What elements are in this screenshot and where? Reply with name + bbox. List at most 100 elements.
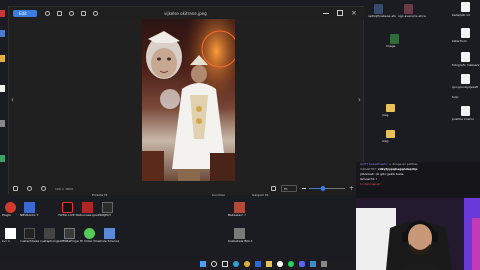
desktop-item[interactable]: Image xyxy=(386,34,416,50)
shortcut-label: Babbelen! ? xyxy=(228,214,246,217)
desktop-item-label: msg xyxy=(382,140,389,143)
folder-icon xyxy=(386,130,395,138)
chat-text: rdkyfyypqhagqndsprkp xyxy=(378,167,418,171)
stream-chat: GOTT twbaltmeitx: u dooge ao patmai roko… xyxy=(356,162,480,198)
desktop-shortcut[interactable]: OBSBaProge xyxy=(60,226,80,248)
desktop-shortcut[interactable]: Cole Science xyxy=(100,226,120,248)
desktop-shortcut[interactable]: TikTok LIVE Studio xyxy=(58,200,78,222)
favorite-bottom-icon[interactable] xyxy=(27,186,32,191)
shortcut-label: cuataphonge xyxy=(40,240,60,243)
zoom-slider-thumb[interactable] xyxy=(321,186,326,191)
desktop-shortcut[interactable]: HI Video Downloader xyxy=(80,226,100,248)
main-photo xyxy=(142,19,235,181)
rotate-icon[interactable] xyxy=(45,11,50,16)
task-view-icon[interactable] xyxy=(222,261,228,267)
desktop-item[interactable]: netlcqfinabeoe ahonrn xyxy=(368,4,398,32)
minimize-icon[interactable] xyxy=(323,13,329,14)
image-info-text: 100 × 1824 xyxy=(55,187,73,191)
image-thumb-icon xyxy=(234,202,245,213)
download-icon xyxy=(84,228,95,239)
shortcut-label: cuatachbeke xyxy=(20,240,40,243)
chat-user: lamoel74: xyxy=(360,177,375,181)
document-icon xyxy=(461,2,470,12)
obs-icon[interactable] xyxy=(277,261,283,267)
search-icon[interactable] xyxy=(211,261,217,267)
left-edge-icon[interactable] xyxy=(0,55,5,62)
image-file-icon xyxy=(374,4,383,14)
app-icon xyxy=(82,202,93,213)
desktop-item-label: fotografo maksanrmi xyxy=(452,64,480,67)
next-image-icon[interactable]: › xyxy=(358,95,363,105)
app-icon xyxy=(5,228,16,239)
desktop-item[interactable]: pushhe knsmo xyxy=(452,106,480,126)
desktop-item-label: pushhe knsmo xyxy=(452,118,474,121)
left-edge-icon[interactable] xyxy=(0,85,5,92)
zoom-dropdown[interactable]: Fit xyxy=(281,185,297,192)
maximize-icon[interactable] xyxy=(337,10,343,16)
info-icon[interactable] xyxy=(41,186,46,191)
more-icon[interactable] xyxy=(93,11,98,16)
edge-icon[interactable] xyxy=(233,261,239,267)
desktop-item[interactable]: ogo avarums ahcehiam xyxy=(398,4,428,32)
left-edge-icon[interactable] xyxy=(0,155,5,162)
shortcut-label: Koekebele Bilk Koenig xyxy=(228,240,252,243)
desktop-shortcut[interactable]: PROJECT xyxy=(98,200,118,222)
desktop-mid-column: netlcqfinabeoe ahonrn ogo avarums ahcehi… xyxy=(368,4,428,154)
chrome-icon[interactable] xyxy=(244,261,250,267)
desktop-item[interactable]: kedel/Ati 14 xyxy=(452,2,480,22)
edit-button[interactable]: Edit xyxy=(13,10,37,17)
left-edge-icon[interactable] xyxy=(0,10,5,17)
delete-icon[interactable] xyxy=(81,11,86,16)
desktop-item[interactable]: fotografo maksanrmi xyxy=(452,52,480,72)
desktop-item-label: kedel/Ati 14 xyxy=(452,14,470,17)
favorite-icon[interactable] xyxy=(69,11,74,16)
windows-icon[interactable] xyxy=(200,261,206,267)
close-icon[interactable]: × xyxy=(351,8,357,18)
section-header: Conrmar xyxy=(212,194,226,197)
chat-text: ! xyxy=(375,177,378,181)
app-icon xyxy=(64,228,75,239)
photo-art xyxy=(142,19,235,181)
desktop-item[interactable]: msg xyxy=(382,130,412,146)
desktop-shortcut[interactable]: cuataphonge xyxy=(40,226,60,248)
left-edge-icon[interactable] xyxy=(0,30,5,37)
explorer-icon[interactable] xyxy=(266,261,272,267)
webcam-feed xyxy=(356,198,480,270)
previous-image-icon[interactable]: ‹ xyxy=(11,95,16,105)
zoom-out-icon[interactable] xyxy=(302,188,306,189)
shortcut-label: TikTok LIVE Studio xyxy=(58,214,78,217)
chat-text: ok gibr gekik bana xyxy=(375,172,404,176)
discord-icon[interactable] xyxy=(299,261,305,267)
folder-icon xyxy=(386,104,395,112)
filmstrip-icon[interactable] xyxy=(13,186,18,191)
desktop-item-label: ogo avarums ahcehiam xyxy=(398,15,426,18)
shortcut-label: Plugin xyxy=(2,214,12,217)
desktop-shortcut[interactable]: cuatachbeke xyxy=(20,226,40,248)
photos-icon[interactable] xyxy=(310,261,316,267)
spotify-icon[interactable] xyxy=(288,261,294,267)
desktop-item-label: netlcqfinabeoe ahonrn xyxy=(368,15,396,18)
desktop-shortcut[interactable]: Koekebele Bilk Koenig xyxy=(228,226,252,248)
app-icon xyxy=(24,228,35,239)
fit-window-icon[interactable] xyxy=(271,186,276,191)
desktop-shortcut[interactable]: Abonnee Ipad xyxy=(78,200,98,222)
desktop-item[interactable]: msg xyxy=(382,104,412,120)
desktop-shortcut[interactable]: NBVRACIG T xyxy=(20,200,40,222)
desktop-item[interactable]: kateritum xyxy=(452,28,480,48)
chat-user: jobonkeb: xyxy=(360,172,375,176)
document-icon xyxy=(461,52,470,62)
desktop-right-column: kedel/Ati 14 kateritum fotografo maksanr… xyxy=(452,2,480,122)
desktop-shortcut[interactable]: Plugin xyxy=(2,200,20,222)
left-edge-icon[interactable] xyxy=(0,120,5,127)
zoom-slider[interactable] xyxy=(309,186,345,191)
zoom-in-icon[interactable]: + xyxy=(349,185,354,192)
camera-icon[interactable] xyxy=(321,261,327,267)
app-icon xyxy=(44,228,55,239)
image-file-icon xyxy=(390,34,399,44)
crop-icon[interactable] xyxy=(57,11,62,16)
app-icon xyxy=(234,228,245,239)
desktop-shortcut[interactable]: Lvc 1 xyxy=(2,226,20,248)
desktop-shortcut[interactable]: Babbelen! ? xyxy=(228,200,252,222)
webcam-art xyxy=(356,198,480,270)
store-icon[interactable] xyxy=(255,261,261,267)
